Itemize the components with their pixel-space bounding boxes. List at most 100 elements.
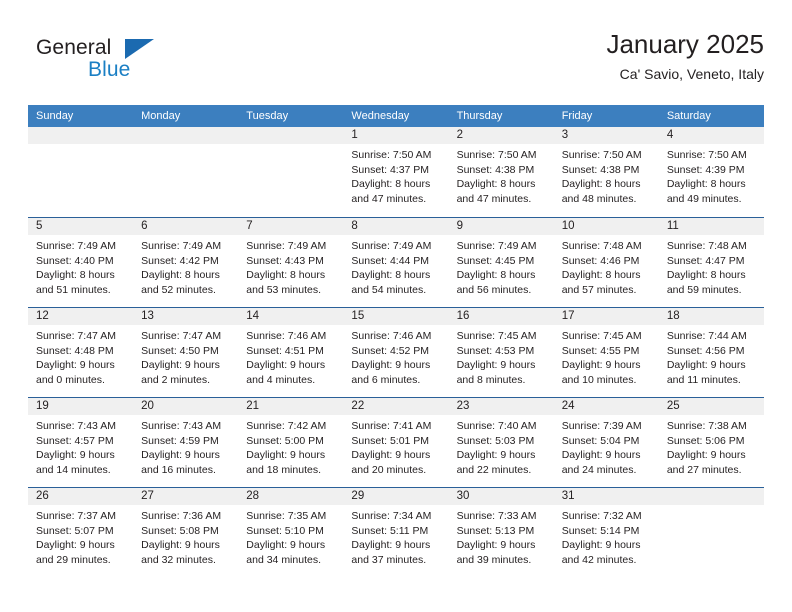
day-detail-line: Sunrise: 7:42 AM bbox=[246, 420, 327, 432]
calendar-day-cell[interactable]: 31 Sunrise: 7:32 AM Sunset: 5:14 PM Dayligh… bbox=[554, 488, 659, 577]
day-number: 15 bbox=[351, 310, 365, 322]
day-detail-line: and 8 minutes. bbox=[456, 373, 526, 386]
day-detail-line: Sunset: 4:56 PM bbox=[666, 344, 745, 357]
day-detail-line: Sunset: 5:00 PM bbox=[246, 434, 324, 447]
calendar-day-cell[interactable]: 8 Sunrise: 7:49 AM Sunset: 4:44 PM Daylight… bbox=[343, 218, 448, 307]
day-details: Sunrise: 7:34 AM Sunset: 5:11 PM Daylight:… bbox=[351, 509, 442, 567]
calendar-day-cell[interactable]: 24 Sunrise: 7:39 AM Sunset: 5:04 PM Dayligh… bbox=[554, 398, 659, 487]
day-detail-line: Sunset: 4:45 PM bbox=[456, 254, 535, 267]
day-detail-line: Sunset: 5:04 PM bbox=[561, 434, 640, 447]
day-detail-line: Sunrise: 7:38 AM bbox=[666, 420, 747, 432]
logo[interactable]: General Blue bbox=[28, 36, 258, 92]
triangle-icon bbox=[125, 39, 154, 59]
day-number: 4 bbox=[666, 129, 674, 141]
day-detail-line: Sunrise: 7:34 AM bbox=[351, 510, 432, 522]
day-detail-line: Daylight: 9 hours bbox=[351, 449, 431, 461]
calendar-day-cell[interactable]: 29 Sunrise: 7:34 AM Sunset: 5:11 PM Dayligh… bbox=[343, 488, 448, 577]
day-detail-line: and 4 minutes. bbox=[246, 373, 316, 386]
calendar-week-row: 26 Sunrise: 7:37 AM Sunset: 5:07 PM Dayligh… bbox=[28, 487, 764, 577]
day-detail-line: Sunset: 4:50 PM bbox=[141, 344, 219, 357]
calendar-day-cell[interactable]: 18 Sunrise: 7:44 AM Sunset: 4:56 PM Dayligh… bbox=[659, 308, 764, 397]
day-detail-line: Sunset: 5:13 PM bbox=[456, 524, 535, 537]
day-detail-line: Daylight: 9 hours bbox=[666, 449, 746, 461]
weekday-header-row: Sunday Monday Tuesday Wednesday Thursday Frid… bbox=[28, 105, 764, 127]
calendar-day-cell[interactable]: 7 Sunrise: 7:49 AM Sunset: 4:43 PM Daylight… bbox=[238, 218, 343, 307]
day-detail-line: Sunset: 4:43 PM bbox=[246, 254, 324, 267]
day-number: 13 bbox=[141, 310, 154, 322]
calendar-day-cell[interactable]: 11 Sunrise: 7:48 AM Sunset: 4:47 PM Dayligh… bbox=[659, 218, 764, 307]
day-number: 3 bbox=[561, 129, 569, 141]
day-detail-line: Daylight: 8 hours bbox=[456, 178, 536, 190]
calendar-page: General Blue January 2025 Ca' Savio, Ven… bbox=[0, 0, 792, 612]
day-details: Sunrise: 7:35 AM Sunset: 5:10 PM Daylight:… bbox=[246, 509, 337, 567]
day-detail-line: Sunset: 5:06 PM bbox=[666, 434, 745, 447]
calendar-week-row: 5 Sunrise: 7:49 AM Sunset: 4:40 PM Daylight… bbox=[28, 217, 764, 307]
day-details: Sunrise: 7:33 AM Sunset: 5:13 PM Daylight:… bbox=[457, 509, 548, 567]
calendar-day-cell[interactable]: 14 Sunrise: 7:46 AM Sunset: 4:51 PM Dayligh… bbox=[238, 308, 343, 397]
calendar-day-cell[interactable]: 3 Sunrise: 7:50 AM Sunset: 4:38 PM Daylight… bbox=[554, 127, 659, 217]
calendar-day-cell[interactable]: 12 Sunrise: 7:47 AM Sunset: 4:48 PM Dayligh… bbox=[28, 308, 133, 397]
day-detail-line: Daylight: 8 hours bbox=[141, 269, 220, 281]
day-detail-line: and 42 minutes. bbox=[561, 553, 637, 566]
day-detail-line: Daylight: 9 hours bbox=[456, 449, 536, 461]
day-detail-line: Sunrise: 7:46 AM bbox=[246, 330, 327, 342]
day-detail-line: and 37 minutes. bbox=[351, 553, 427, 566]
weekday-header-wednesday: Wednesday bbox=[351, 110, 410, 122]
title-block: January 2025 Ca' Savio, Veneto, Italy bbox=[606, 28, 764, 84]
day-details: Sunrise: 7:48 AM Sunset: 4:46 PM Daylight:… bbox=[562, 239, 653, 297]
calendar-day-cell[interactable]: 27 Sunrise: 7:36 AM Sunset: 5:08 PM Dayligh… bbox=[133, 488, 238, 577]
day-number: 20 bbox=[141, 400, 154, 412]
calendar-day-cell[interactable]: 9 Sunrise: 7:49 AM Sunset: 4:45 PM Daylight… bbox=[449, 218, 554, 307]
calendar-day-cell[interactable]: 16 Sunrise: 7:45 AM Sunset: 4:53 PM Dayligh… bbox=[449, 308, 554, 397]
day-detail-line: and 20 minutes. bbox=[351, 463, 427, 476]
day-details: Sunrise: 7:45 AM Sunset: 4:55 PM Daylight:… bbox=[562, 329, 653, 387]
day-details: Sunrise: 7:32 AM Sunset: 5:14 PM Daylight:… bbox=[562, 509, 653, 567]
day-detail-line: Daylight: 9 hours bbox=[36, 449, 115, 461]
calendar-day-cell[interactable]: 22 Sunrise: 7:41 AM Sunset: 5:01 PM Dayligh… bbox=[343, 398, 448, 487]
day-detail-line: Sunrise: 7:48 AM bbox=[561, 240, 642, 252]
day-detail-line: and 47 minutes. bbox=[351, 192, 427, 205]
calendar-day-cell[interactable]: 17 Sunrise: 7:45 AM Sunset: 4:55 PM Dayligh… bbox=[554, 308, 659, 397]
day-detail-line: and 24 minutes. bbox=[561, 463, 637, 476]
calendar-day-cell[interactable]: 6 Sunrise: 7:49 AM Sunset: 4:42 PM Daylight… bbox=[133, 218, 238, 307]
day-number: 2 bbox=[456, 129, 463, 141]
calendar-day-cell[interactable]: 13 Sunrise: 7:47 AM Sunset: 4:50 PM Dayligh… bbox=[133, 308, 238, 397]
calendar-day-cell[interactable]: 23 Sunrise: 7:40 AM Sunset: 5:03 PM Dayligh… bbox=[449, 398, 554, 487]
day-detail-line: Daylight: 8 hours bbox=[246, 269, 326, 281]
calendar-day-cell[interactable]: 15 Sunrise: 7:46 AM Sunset: 4:52 PM Dayligh… bbox=[343, 308, 448, 397]
day-details: Sunrise: 7:50 AM Sunset: 4:37 PM Daylight:… bbox=[351, 148, 442, 206]
day-detail-line: Sunset: 4:42 PM bbox=[141, 254, 219, 267]
day-detail-line: Daylight: 9 hours bbox=[456, 359, 536, 371]
day-details: Sunrise: 7:46 AM Sunset: 4:52 PM Daylight:… bbox=[351, 329, 442, 387]
day-details: Sunrise: 7:43 AM Sunset: 4:59 PM Daylight:… bbox=[141, 419, 232, 477]
day-number: 21 bbox=[246, 400, 260, 412]
day-number: 8 bbox=[351, 220, 358, 232]
calendar-day-cell[interactable]: 19 Sunrise: 7:43 AM Sunset: 4:57 PM Dayligh… bbox=[28, 398, 133, 487]
day-detail-line: Sunset: 4:52 PM bbox=[351, 344, 430, 357]
day-detail-line: Sunset: 4:38 PM bbox=[561, 163, 640, 176]
day-details: Sunrise: 7:49 AM Sunset: 4:45 PM Daylight:… bbox=[457, 239, 548, 297]
day-detail-line: and 34 minutes. bbox=[246, 553, 321, 566]
calendar-day-cell[interactable]: 28 Sunrise: 7:35 AM Sunset: 5:10 PM Dayligh… bbox=[238, 488, 343, 577]
calendar-day-cell[interactable]: 26 Sunrise: 7:37 AM Sunset: 5:07 PM Dayligh… bbox=[28, 488, 133, 577]
day-number: 22 bbox=[351, 400, 365, 412]
day-number: 18 bbox=[666, 310, 680, 322]
day-detail-line: Sunrise: 7:50 AM bbox=[561, 149, 642, 161]
calendar-day-cell[interactable]: 20 Sunrise: 7:43 AM Sunset: 4:59 PM Dayligh… bbox=[133, 398, 238, 487]
day-detail-line: Sunrise: 7:40 AM bbox=[456, 420, 537, 432]
calendar-day-cell[interactable]: 30 Sunrise: 7:33 AM Sunset: 5:13 PM Dayligh… bbox=[449, 488, 554, 577]
calendar-day-cell[interactable]: 21 Sunrise: 7:42 AM Sunset: 5:00 PM Dayligh… bbox=[238, 398, 343, 487]
day-details: Sunrise: 7:46 AM Sunset: 4:51 PM Daylight:… bbox=[246, 329, 337, 387]
day-detail-line: and 48 minutes. bbox=[561, 192, 637, 205]
calendar-day-cell[interactable]: 2 Sunrise: 7:50 AM Sunset: 4:38 PM Daylight… bbox=[449, 127, 554, 217]
calendar-day-cell[interactable]: 5 Sunrise: 7:49 AM Sunset: 4:40 PM Daylight… bbox=[28, 218, 133, 307]
calendar-day-cell[interactable]: 1 Sunrise: 7:50 AM Sunset: 4:37 PM Daylight… bbox=[343, 127, 448, 217]
calendar-day-cell[interactable]: 10 Sunrise: 7:48 AM Sunset: 4:46 PM Dayligh… bbox=[554, 218, 659, 307]
calendar-day-cell[interactable]: 4 Sunrise: 7:50 AM Sunset: 4:39 PM Daylight… bbox=[659, 127, 764, 217]
day-details: Sunrise: 7:37 AM Sunset: 5:07 PM Daylight:… bbox=[36, 509, 127, 567]
day-detail-line: Sunrise: 7:33 AM bbox=[456, 510, 537, 522]
calendar-day-cell[interactable]: 25 Sunrise: 7:38 AM Sunset: 5:06 PM Dayligh… bbox=[659, 398, 764, 487]
day-number: 23 bbox=[456, 400, 470, 412]
day-detail-line: Sunrise: 7:43 AM bbox=[141, 420, 222, 432]
page-header: General Blue January 2025 Ca' Savio, Ven… bbox=[28, 28, 764, 94]
